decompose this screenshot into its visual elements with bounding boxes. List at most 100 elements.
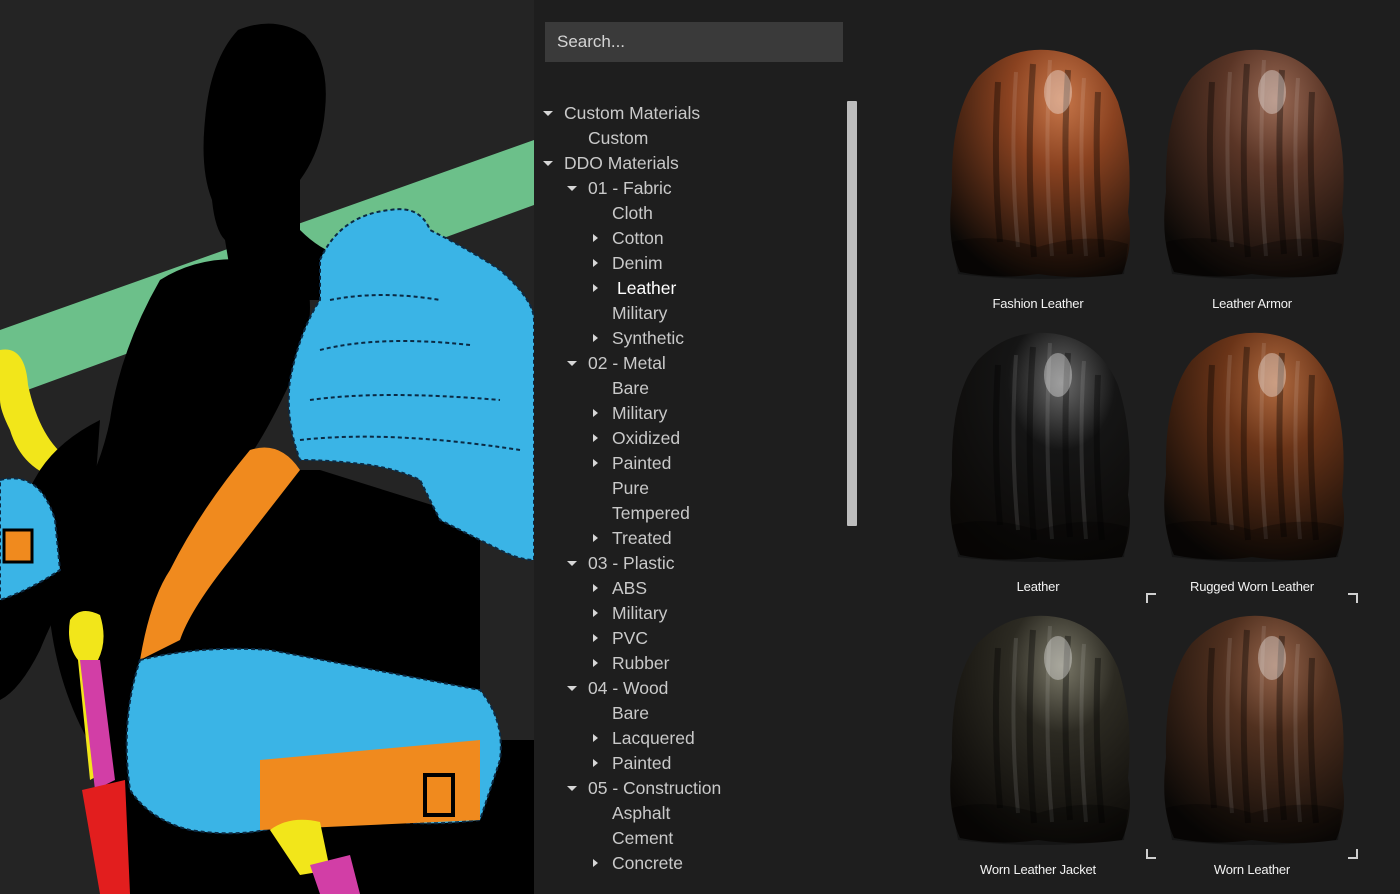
tree-node[interactable]: Painted bbox=[534, 751, 854, 776]
tree-node-label: Military bbox=[612, 303, 668, 323]
tree-node-label: DDO Materials bbox=[564, 153, 679, 173]
material-name: Worn Leather bbox=[1213, 862, 1291, 877]
tree-scrollbar[interactable] bbox=[847, 101, 857, 526]
tree-node[interactable]: DDO Materials bbox=[534, 151, 854, 176]
caret-right-icon[interactable] bbox=[590, 401, 602, 426]
tree-node[interactable]: Bare bbox=[534, 701, 854, 726]
caret-down-icon[interactable] bbox=[566, 551, 578, 576]
character-id-mask-image bbox=[0, 0, 534, 894]
tree-node[interactable]: Pure bbox=[534, 476, 854, 501]
tree-node-label: Military bbox=[612, 603, 668, 623]
tree-node[interactable]: Asphalt bbox=[534, 801, 854, 826]
tree-node-label: Lacquered bbox=[612, 728, 695, 748]
caret-down-icon[interactable] bbox=[542, 151, 554, 176]
caret-right-icon[interactable] bbox=[590, 576, 602, 601]
draped-sphere-preview bbox=[950, 332, 1130, 562]
caret-down-icon[interactable] bbox=[566, 351, 578, 376]
material-thumbnail[interactable]: Worn Leather bbox=[1152, 574, 1352, 877]
tree-node[interactable]: Oxidized bbox=[534, 426, 854, 451]
material-thumbnail[interactable]: Leather Armor bbox=[1152, 8, 1352, 311]
draped-sphere-preview bbox=[950, 615, 1130, 845]
tree-node[interactable]: Synthetic bbox=[534, 326, 854, 351]
tree-node-label: 02 - Metal bbox=[588, 353, 666, 373]
caret-right-icon[interactable] bbox=[590, 626, 602, 651]
material-thumbnail[interactable]: Leather bbox=[938, 291, 1138, 594]
caret-right-icon[interactable] bbox=[590, 526, 602, 551]
viewport-id-mask[interactable] bbox=[0, 0, 534, 894]
tree-node[interactable]: ABS bbox=[534, 576, 854, 601]
tree-node-label: Rubber bbox=[612, 653, 670, 673]
tree-node[interactable]: Bare bbox=[534, 376, 854, 401]
draped-sphere-preview bbox=[1164, 615, 1344, 845]
material-category-tree: Custom Materials Custom DDO Materials 01 - … bbox=[534, 101, 854, 876]
tree-node[interactable]: Rubber bbox=[534, 651, 854, 676]
tree-node-label: Custom Materials bbox=[564, 103, 701, 123]
material-thumbnail[interactable]: Fashion Leather bbox=[938, 8, 1138, 311]
caret-right-icon[interactable] bbox=[590, 276, 602, 301]
tree-node-label: Bare bbox=[612, 703, 649, 723]
tree-node-label: 01 - Fabric bbox=[588, 178, 672, 198]
tree-node[interactable]: Cement bbox=[534, 826, 854, 851]
tree-node[interactable]: 02 - Metal bbox=[534, 351, 854, 376]
material-name: Worn Leather Jacket bbox=[980, 862, 1096, 877]
caret-down-icon[interactable] bbox=[566, 776, 578, 801]
caret-down-icon[interactable] bbox=[566, 676, 578, 701]
tree-node[interactable]: 05 - Construction bbox=[534, 776, 854, 801]
tree-node[interactable]: Denim bbox=[534, 251, 854, 276]
tree-node-label: Treated bbox=[612, 528, 672, 548]
tree-node[interactable]: Custom bbox=[534, 126, 854, 151]
tree-node-label: Synthetic bbox=[612, 328, 684, 348]
tree-node[interactable]: Cloth bbox=[534, 201, 854, 226]
tree-node-label: Cloth bbox=[612, 203, 653, 223]
tree-node-label: Pure bbox=[612, 478, 649, 498]
caret-right-icon[interactable] bbox=[590, 326, 602, 351]
tree-node-label: Cement bbox=[612, 828, 674, 848]
search-input[interactable] bbox=[545, 22, 843, 62]
tree-node-label: Leather bbox=[617, 278, 677, 298]
tree-node[interactable]: Military bbox=[534, 401, 854, 426]
caret-down-icon[interactable] bbox=[566, 176, 578, 201]
caret-right-icon[interactable] bbox=[590, 226, 602, 251]
tree-node[interactable]: 04 - Wood bbox=[534, 676, 854, 701]
tree-node[interactable]: Treated bbox=[534, 526, 854, 551]
tree-node-label: Concrete bbox=[612, 853, 684, 873]
tree-node[interactable]: Custom Materials bbox=[534, 101, 854, 126]
tree-node-label: 03 - Plastic bbox=[588, 553, 675, 573]
tree-node[interactable]: Leather bbox=[534, 276, 854, 301]
caret-right-icon[interactable] bbox=[590, 601, 602, 626]
caret-right-icon[interactable] bbox=[590, 726, 602, 751]
caret-down-icon[interactable] bbox=[542, 101, 554, 126]
tree-node[interactable]: Cotton bbox=[534, 226, 854, 251]
caret-right-icon[interactable] bbox=[590, 751, 602, 776]
tree-node-label: Tempered bbox=[612, 503, 690, 523]
caret-right-icon[interactable] bbox=[590, 251, 602, 276]
tree-node[interactable]: PVC bbox=[534, 626, 854, 651]
caret-right-icon[interactable] bbox=[590, 851, 602, 876]
draped-sphere-preview bbox=[950, 49, 1130, 279]
tree-node[interactable]: Tempered bbox=[534, 501, 854, 526]
tree-node-label: ABS bbox=[612, 578, 648, 598]
material-thumbnail[interactable]: Rugged Worn Leather bbox=[1146, 291, 1358, 859]
tree-node-label: 05 - Construction bbox=[588, 778, 722, 798]
tree-node[interactable]: Military bbox=[534, 601, 854, 626]
caret-right-icon[interactable] bbox=[590, 451, 602, 476]
tree-node-label: Bare bbox=[612, 378, 649, 398]
tree-node[interactable]: Lacquered bbox=[534, 726, 854, 751]
tree-node-label: Custom bbox=[588, 128, 649, 148]
tree-node-label: Painted bbox=[612, 753, 672, 773]
tree-node-label: Asphalt bbox=[612, 803, 671, 823]
tree-node-label: Oxidized bbox=[612, 428, 681, 448]
tree-node-label: PVC bbox=[612, 628, 648, 648]
material-thumbnail[interactable]: Worn Leather Jacket bbox=[938, 574, 1138, 877]
tree-node[interactable]: Concrete bbox=[534, 851, 854, 876]
caret-right-icon[interactable] bbox=[590, 651, 602, 676]
tree-node[interactable]: 01 - Fabric bbox=[534, 176, 854, 201]
draped-sphere-preview bbox=[1164, 49, 1344, 279]
caret-right-icon[interactable] bbox=[590, 426, 602, 451]
tree-node[interactable]: Military bbox=[534, 301, 854, 326]
tree-node[interactable]: Painted bbox=[534, 451, 854, 476]
tree-node-label: Cotton bbox=[612, 228, 664, 248]
tree-node-label: 04 - Wood bbox=[588, 678, 669, 698]
tree-node[interactable]: 03 - Plastic bbox=[534, 551, 854, 576]
tree-node-label: Military bbox=[612, 403, 668, 423]
